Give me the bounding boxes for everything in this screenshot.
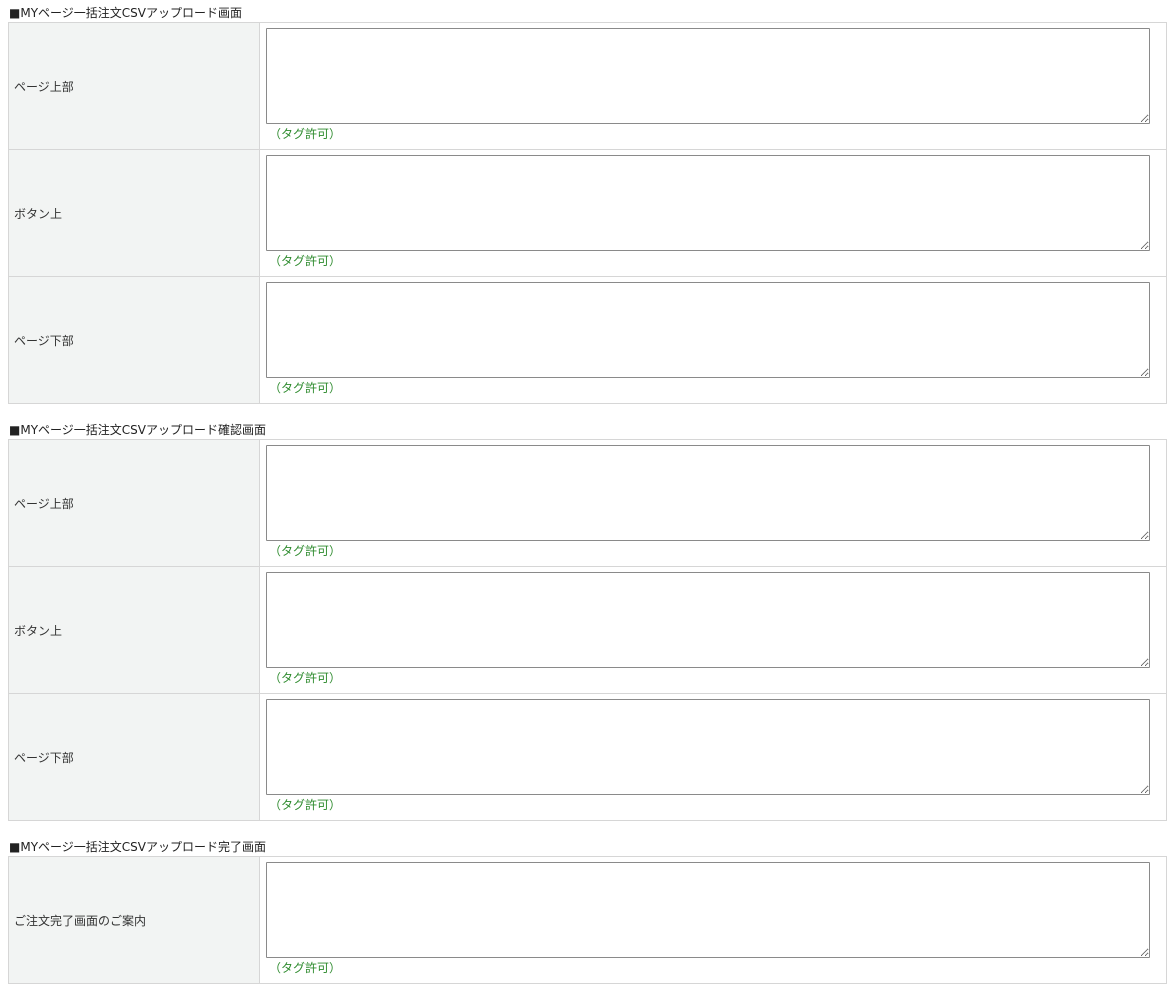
input-cell: （タグ許可） (259, 149, 1167, 277)
section-title-complete: ■MYページ一括注文CSVアップロード完了画面 (9, 840, 266, 854)
form-row: ご注文完了画面のご案内 （タグ許可） (8, 856, 1167, 984)
tag-allowed-note: （タグ許可） (269, 254, 342, 268)
input-cell: （タグ許可） (259, 856, 1167, 984)
page-top-textarea[interactable] (266, 445, 1150, 541)
section-table-confirm: ページ上部 （タグ許可） ボタン上 （タグ許可） ページ下部 （タグ許可） (8, 439, 1167, 821)
order-complete-guide-textarea[interactable] (266, 862, 1150, 958)
tag-allowed-note: （タグ許可） (269, 381, 342, 395)
row-label: ご注文完了画面のご案内 (8, 856, 260, 984)
above-button-textarea[interactable] (266, 572, 1150, 668)
form-row: ボタン上 （タグ許可） (8, 149, 1167, 277)
section-title-upload: ■MYページ一括注文CSVアップロード画面 (9, 6, 242, 20)
section-table-complete: ご注文完了画面のご案内 （タグ許可） (8, 856, 1167, 984)
row-label: ページ上部 (8, 439, 260, 567)
above-button-textarea[interactable] (266, 155, 1150, 251)
tag-allowed-note: （タグ許可） (269, 961, 342, 975)
settings-form: ■MYページ一括注文CSVアップロード画面 ページ上部 （タグ許可） ボタン上 … (0, 0, 1172, 992)
input-cell: （タグ許可） (259, 22, 1167, 150)
input-cell: （タグ許可） (259, 276, 1167, 404)
row-label: ページ下部 (8, 276, 260, 404)
form-row: ページ下部 （タグ許可） (8, 276, 1167, 404)
tag-allowed-note: （タグ許可） (269, 671, 342, 685)
form-row: ページ下部 （タグ許可） (8, 693, 1167, 821)
section-table-upload: ページ上部 （タグ許可） ボタン上 （タグ許可） ページ下部 （タグ許可） (8, 22, 1167, 404)
tag-allowed-note: （タグ許可） (269, 798, 342, 812)
tag-allowed-note: （タグ許可） (269, 127, 342, 141)
section-title-confirm: ■MYページ一括注文CSVアップロード確認画面 (9, 423, 266, 437)
row-label: ボタン上 (8, 149, 260, 277)
page-top-textarea[interactable] (266, 28, 1150, 124)
row-label: ページ上部 (8, 22, 260, 150)
input-cell: （タグ許可） (259, 566, 1167, 694)
input-cell: （タグ許可） (259, 693, 1167, 821)
page-bottom-textarea[interactable] (266, 282, 1150, 378)
page-bottom-textarea[interactable] (266, 699, 1150, 795)
input-cell: （タグ許可） (259, 439, 1167, 567)
row-label: ボタン上 (8, 566, 260, 694)
tag-allowed-note: （タグ許可） (269, 544, 342, 558)
form-row: ページ上部 （タグ許可） (8, 439, 1167, 567)
form-row: ボタン上 （タグ許可） (8, 566, 1167, 694)
row-label: ページ下部 (8, 693, 260, 821)
form-row: ページ上部 （タグ許可） (8, 22, 1167, 150)
